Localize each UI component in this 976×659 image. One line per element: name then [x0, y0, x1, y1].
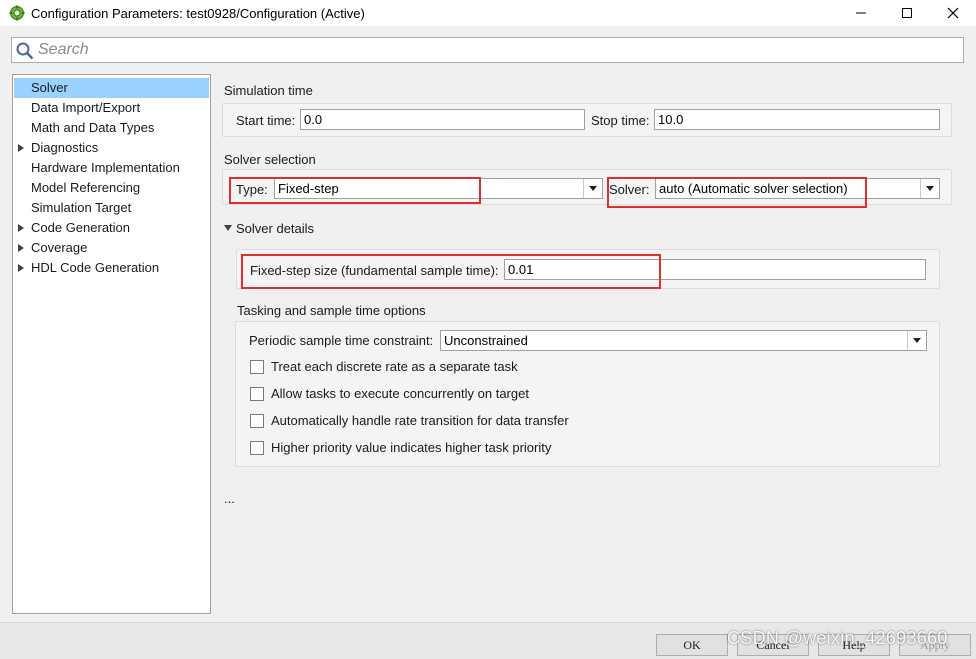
- chevron-down-icon[interactable]: [920, 179, 939, 198]
- checkbox-box[interactable]: [250, 360, 264, 374]
- search-input[interactable]: [38, 40, 938, 60]
- solver-panel: Simulation time Start time: Stop time: S…: [220, 74, 964, 622]
- close-button[interactable]: [930, 0, 976, 26]
- expand-arrow-icon[interactable]: [18, 244, 24, 252]
- checkbox-label: Higher priority value indicates higher t…: [271, 440, 552, 455]
- tree-item-hdl-code-generation[interactable]: HDL Code Generation: [14, 258, 209, 278]
- category-tree: Solver Data Import/Export Math and Data …: [12, 74, 211, 614]
- tree-item-diagnostics[interactable]: Diagnostics: [14, 138, 209, 158]
- expand-arrow-icon[interactable]: [18, 224, 24, 232]
- start-time-input[interactable]: [300, 109, 585, 130]
- tree-item-label: Math and Data Types: [31, 120, 155, 135]
- solver-label: Solver:: [609, 182, 650, 197]
- fixed-step-size-label: Fixed-step size (fundamental sample time…: [250, 263, 499, 278]
- solver-dropdown[interactable]: auto (Automatic solver selection): [655, 178, 940, 199]
- tree-item-label: Solver: [31, 80, 68, 95]
- tree-item-label: HDL Code Generation: [31, 260, 160, 275]
- watermark: CSDN @weixin_42693660: [727, 628, 948, 648]
- start-time-label: Start time:: [236, 113, 296, 128]
- tree-item-label: Code Generation: [31, 220, 131, 235]
- tree-item-code-generation[interactable]: Code Generation: [14, 218, 209, 238]
- solver-details-heading[interactable]: Solver details: [236, 221, 314, 236]
- minimize-icon: [856, 12, 866, 14]
- tree-item-model-referencing[interactable]: Model Referencing: [14, 178, 209, 198]
- type-value: Fixed-step: [278, 181, 339, 196]
- ellipsis-text: ...: [224, 491, 235, 506]
- tree-item-label: Hardware Implementation: [31, 160, 180, 175]
- checkbox-box[interactable]: [250, 387, 264, 401]
- periodic-constraint-label: Periodic sample time constraint:: [249, 333, 434, 348]
- checkbox-box[interactable]: [250, 414, 264, 428]
- tasking-heading: Tasking and sample time options: [237, 303, 426, 318]
- tree-item-label: Diagnostics: [31, 140, 99, 155]
- periodic-constraint-value: Unconstrained: [444, 333, 528, 348]
- title-bar: Configuration Parameters: test0928/Confi…: [0, 0, 976, 26]
- tree-item-hardware-implementation[interactable]: Hardware Implementation: [14, 158, 209, 178]
- maximize-button[interactable]: [884, 0, 930, 26]
- expand-arrow-icon[interactable]: [18, 144, 24, 152]
- minimize-button[interactable]: [838, 0, 884, 26]
- tree-item-coverage[interactable]: Coverage: [14, 238, 209, 258]
- expand-arrow-icon[interactable]: [18, 264, 24, 272]
- checkbox-label: Automatically handle rate transition for…: [271, 413, 569, 428]
- fixed-step-size-input[interactable]: [504, 259, 926, 280]
- stop-time-input[interactable]: [654, 109, 940, 130]
- type-dropdown[interactable]: Fixed-step: [274, 178, 603, 199]
- search-bar: [11, 37, 964, 63]
- chevron-down-icon[interactable]: [583, 179, 602, 198]
- tree-item-solver[interactable]: Solver: [14, 78, 209, 98]
- simulation-time-heading: Simulation time: [224, 83, 313, 98]
- chevron-down-icon[interactable]: [907, 331, 926, 350]
- tree-item-label: Simulation Target: [31, 200, 132, 215]
- collapse-arrow-icon[interactable]: [224, 225, 232, 231]
- checkbox-box[interactable]: [250, 441, 264, 455]
- solver-value: auto (Automatic solver selection): [659, 181, 848, 196]
- ok-button[interactable]: OK: [656, 634, 728, 656]
- tree-item-math-and-data-types[interactable]: Math and Data Types: [14, 118, 209, 138]
- search-icon: [16, 42, 34, 60]
- tree-item-label: Data Import/Export: [31, 100, 141, 115]
- matlab-app-icon: [9, 5, 25, 21]
- checkbox-label: Treat each discrete rate as a separate t…: [271, 359, 518, 374]
- checkbox-label: Allow tasks to execute concurrently on t…: [271, 386, 529, 401]
- maximize-icon: [902, 8, 912, 18]
- tree-item-label: Coverage: [31, 240, 88, 255]
- window-title: Configuration Parameters: test0928/Confi…: [31, 6, 365, 21]
- solver-selection-heading: Solver selection: [224, 152, 316, 167]
- stop-time-label: Stop time:: [591, 113, 650, 128]
- periodic-constraint-dropdown[interactable]: Unconstrained: [440, 330, 927, 351]
- close-icon: [947, 7, 959, 19]
- tree-item-data-import-export[interactable]: Data Import/Export: [14, 98, 209, 118]
- tree-item-label: Model Referencing: [31, 180, 141, 195]
- tree-item-simulation-target[interactable]: Simulation Target: [14, 198, 209, 218]
- type-label: Type:: [236, 182, 268, 197]
